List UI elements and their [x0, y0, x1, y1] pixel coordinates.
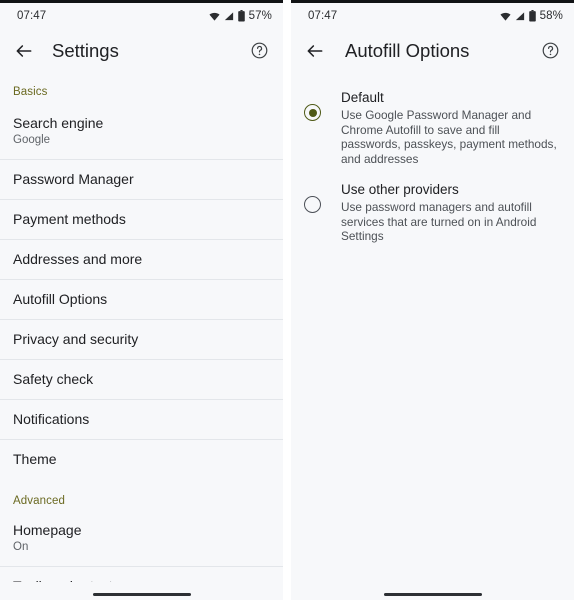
radio-button-unselected-icon[interactable] [304, 196, 323, 215]
radio-option-description: Use password managers and autofill servi… [341, 200, 537, 243]
list-item-privacy-and-security[interactable]: Privacy and security [0, 320, 283, 359]
list-item-safety-check[interactable]: Safety check [0, 360, 283, 399]
back-arrow-icon[interactable] [10, 37, 38, 65]
list-item-autofill-options[interactable]: Autofill Options [0, 280, 283, 319]
list-item-search-engine[interactable]: Search engine Google [0, 104, 283, 159]
radio-option-text: Default Use Google Password Manager and … [341, 88, 560, 166]
autofill-provider-radio-group[interactable]: Default Use Google Password Manager and … [291, 72, 574, 251]
app-bar-autofill-options: Autofill Options [291, 29, 574, 72]
radio-option-description: Use Google Password Manager and Chrome A… [341, 108, 557, 166]
radio-option-title: Use other providers [341, 182, 459, 197]
section-header-advanced: Advanced [13, 495, 65, 507]
back-arrow-icon[interactable] [301, 37, 329, 65]
dual-screenshot-container: 07:47 57% Settings Basics Search engine … [0, 0, 574, 600]
status-clock: 07:47 [308, 10, 338, 22]
battery-percent-label: 58% [539, 10, 563, 22]
page-title: Autofill Options [345, 39, 470, 61]
status-clock: 07:47 [17, 10, 47, 22]
navigation-bar-left [0, 582, 283, 600]
status-bar-left: 07:47 57% [0, 3, 283, 29]
list-item-password-manager[interactable]: Password Manager [0, 160, 283, 199]
wifi-icon [209, 12, 220, 21]
settings-list[interactable]: Basics Search engine Google Password Man… [0, 72, 283, 582]
navigation-bar-right [291, 582, 574, 600]
page-title: Settings [52, 39, 119, 61]
screenshot-divider [283, 0, 291, 600]
list-item-subtitle: On [13, 541, 29, 553]
list-item-theme[interactable]: Theme [0, 440, 283, 479]
list-item-title: Search engine [13, 115, 104, 131]
autofill-options-screen: 07:47 58% Autofill Options Default Use G… [291, 0, 574, 600]
settings-screen: 07:47 57% Settings Basics Search engine … [0, 0, 283, 600]
home-indicator-pill[interactable] [92, 593, 191, 596]
list-item-title: Payment methods [13, 211, 126, 227]
list-item-toolbar-shortcut[interactable]: Toolbar shortcut [0, 567, 283, 582]
help-circle-icon[interactable] [245, 37, 273, 65]
help-circle-icon[interactable] [536, 37, 564, 65]
status-indicators: 58% [499, 10, 563, 22]
app-bar-settings: Settings [0, 29, 283, 72]
home-indicator-pill[interactable] [383, 593, 482, 596]
battery-icon [528, 10, 536, 22]
list-item-title: Addresses and more [13, 251, 143, 267]
list-item-title: Autofill Options [13, 291, 108, 307]
radio-button-selected-icon[interactable] [304, 104, 323, 123]
wifi-icon [500, 12, 511, 21]
list-item-title: Password Manager [13, 171, 134, 187]
status-bar-right: 07:47 58% [291, 3, 574, 29]
radio-option-title: Default [341, 90, 384, 105]
list-item-title: Toolbar shortcut [13, 578, 270, 582]
list-item-homepage[interactable]: Homepage On [0, 511, 283, 566]
list-item-title: Safety check [13, 371, 94, 387]
list-item-title: Notifications [13, 411, 90, 427]
list-item-title: Theme [13, 451, 57, 467]
radio-option-default[interactable]: Default Use Google Password Manager and … [291, 81, 574, 173]
battery-percent-label: 57% [248, 10, 272, 22]
battery-icon [237, 10, 245, 22]
radio-option-use-other-providers[interactable]: Use other providers Use password manager… [291, 173, 574, 251]
list-item-subtitle: Google [13, 134, 51, 146]
section-header-basics: Basics [13, 86, 48, 98]
cellular-signal-icon [224, 11, 233, 20]
list-item-payment-methods[interactable]: Payment methods [0, 200, 283, 239]
radio-option-text: Use other providers Use password manager… [341, 180, 560, 244]
autofill-options-body: Default Use Google Password Manager and … [291, 72, 574, 582]
cellular-signal-icon [515, 11, 524, 20]
list-item-notifications[interactable]: Notifications [0, 400, 283, 439]
list-item-addresses-and-more[interactable]: Addresses and more [0, 240, 283, 279]
status-indicators: 57% [208, 10, 272, 22]
list-item-title: Privacy and security [13, 331, 139, 347]
list-item-title: Homepage [13, 522, 82, 538]
